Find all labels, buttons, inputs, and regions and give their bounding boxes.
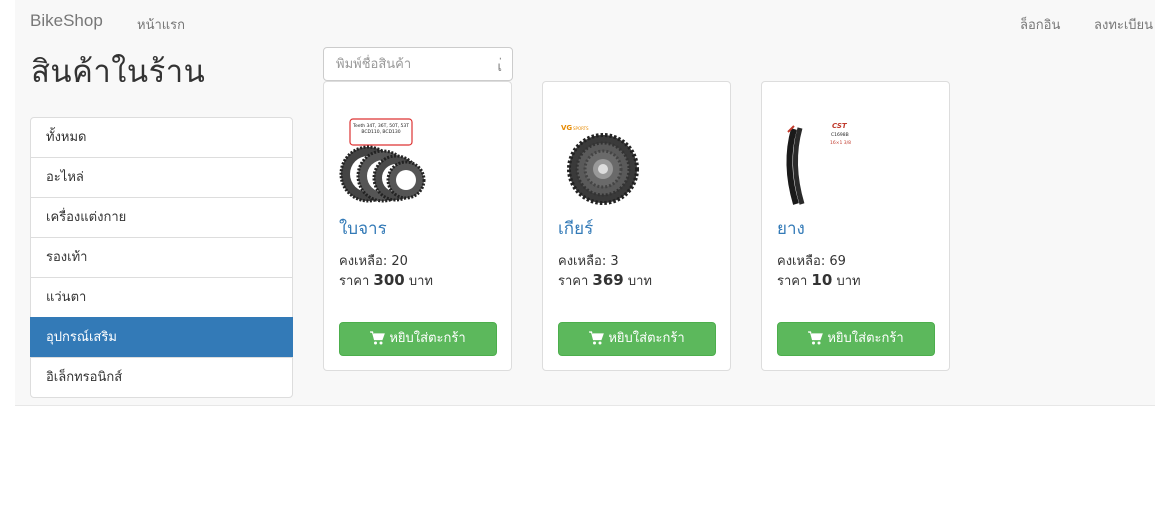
search-button[interactable]: เ่ bbox=[498, 56, 502, 77]
category-item-apparel[interactable]: เครื่องแต่งกาย bbox=[30, 197, 293, 238]
product-card: CST C1698B 16×1 3/8 ยาง คงเหลือ: 69 ราคา… bbox=[761, 81, 950, 371]
product-price: ราคา 300 บาท bbox=[339, 270, 433, 291]
add-to-cart-button[interactable]: หยิบใส่ตะกร้า bbox=[339, 322, 497, 356]
product-price: ราคา 10 บาท bbox=[777, 270, 861, 291]
cart-icon bbox=[589, 331, 605, 345]
search-box: เ่ bbox=[323, 47, 513, 81]
price-value: 369 bbox=[592, 271, 624, 289]
stock-value: 20 bbox=[391, 254, 408, 269]
product-name[interactable]: เกียร์ bbox=[558, 215, 593, 242]
add-to-cart-label: หยิบใส่ตะกร้า bbox=[827, 331, 904, 346]
cart-icon bbox=[808, 331, 824, 345]
svg-text:C1698B: C1698B bbox=[831, 132, 849, 138]
price-currency: บาท bbox=[627, 274, 652, 289]
product-price: ราคา 369 บาท bbox=[558, 270, 652, 291]
svg-text:CST: CST bbox=[832, 122, 848, 130]
svg-text:Teeth 34T, 36T, 50T, 53T: Teeth 34T, 36T, 50T, 53T bbox=[352, 123, 409, 129]
nav-login-link[interactable]: ล็อกอิน bbox=[1020, 14, 1060, 35]
add-to-cart-button[interactable]: หยิบใส่ตะกร้า bbox=[558, 322, 716, 356]
stock-value: 3 bbox=[610, 254, 619, 269]
svg-text:BCD110, BCD130: BCD110, BCD130 bbox=[361, 129, 400, 135]
nav-home-link[interactable]: หน้าแรก bbox=[137, 14, 185, 35]
category-list: ทั้งหมด อะไหล่ เครื่องแต่งกาย รองเท้า แว… bbox=[30, 117, 293, 398]
nav-register-link[interactable]: ลงทะเบียน bbox=[1094, 14, 1153, 35]
category-item-accessories[interactable]: อุปกรณ์เสริม bbox=[30, 317, 293, 358]
category-item-parts[interactable]: อะไหล่ bbox=[30, 157, 293, 198]
svg-text:VG: VG bbox=[561, 124, 572, 132]
price-value: 300 bbox=[373, 271, 405, 289]
category-item-glasses[interactable]: แว่นตา bbox=[30, 277, 293, 318]
product-card: Teeth 34T, 36T, 50T, 53T BCD110, BCD130 … bbox=[323, 81, 512, 371]
category-item-electronics[interactable]: อิเล็กทรอนิกส์ bbox=[30, 357, 293, 398]
brand-logo[interactable]: BikeShop bbox=[30, 11, 103, 31]
price-label: ราคา bbox=[558, 274, 589, 289]
stock-label: คงเหลือ: bbox=[339, 254, 388, 269]
product-name[interactable]: ยาง bbox=[777, 215, 805, 242]
add-to-cart-label: หยิบใส่ตะกร้า bbox=[389, 331, 466, 346]
search-input[interactable] bbox=[324, 48, 484, 80]
price-value: 10 bbox=[811, 271, 833, 289]
cart-icon bbox=[370, 331, 386, 345]
cassette-image: VG SPORTS bbox=[561, 124, 639, 205]
price-currency: บาท bbox=[408, 274, 433, 289]
product-stock: คงเหลือ: 69 bbox=[777, 250, 846, 271]
add-to-cart-button[interactable]: หยิบใส่ตะกร้า bbox=[777, 322, 935, 356]
chainring-image: Teeth 34T, 36T, 50T, 53T BCD110, BCD130 bbox=[339, 118, 426, 203]
svg-text:16×1 3/8: 16×1 3/8 bbox=[830, 140, 851, 146]
price-label: ราคา bbox=[777, 274, 808, 289]
product-name[interactable]: ใบจาร bbox=[339, 215, 387, 242]
tire-image: CST C1698B 16×1 3/8 bbox=[786, 122, 851, 205]
category-item-all[interactable]: ทั้งหมด bbox=[30, 117, 293, 158]
product-card: VG SPORTS เกียร์ คงเหลือ: 3 ราคา 369 บาท… bbox=[542, 81, 731, 371]
price-currency: บาท bbox=[836, 274, 861, 289]
product-stock: คงเหลือ: 3 bbox=[558, 250, 619, 271]
stock-value: 69 bbox=[829, 254, 846, 269]
stock-label: คงเหลือ: bbox=[558, 254, 607, 269]
svg-text:SPORTS: SPORTS bbox=[573, 126, 589, 131]
stock-label: คงเหลือ: bbox=[777, 254, 826, 269]
category-item-shoes[interactable]: รองเท้า bbox=[30, 237, 293, 278]
price-label: ราคา bbox=[339, 274, 370, 289]
product-stock: คงเหลือ: 20 bbox=[339, 250, 408, 271]
page-title: สินค้าในร้าน bbox=[31, 54, 206, 90]
add-to-cart-label: หยิบใส่ตะกร้า bbox=[608, 331, 685, 346]
